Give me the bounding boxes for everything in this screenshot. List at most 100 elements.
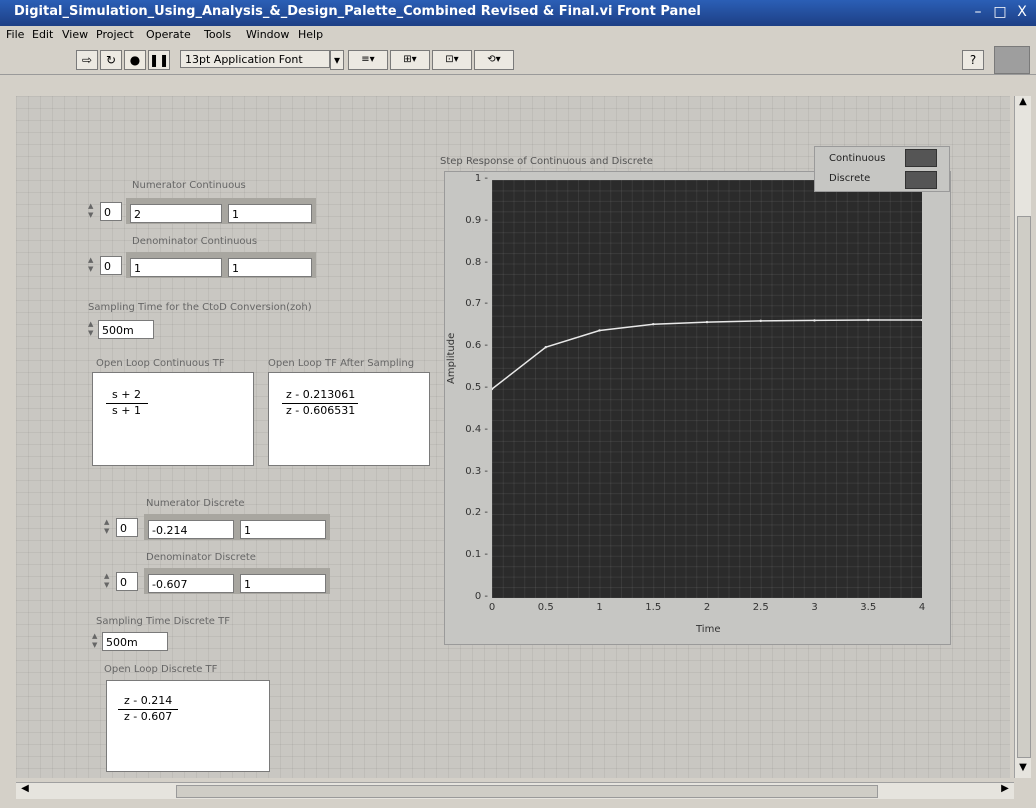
series-point <box>652 323 655 326</box>
den-cont-value-1[interactable]: 1 <box>228 258 312 277</box>
window-title: Digital_Simulation_Using_Analysis_&_Desi… <box>14 4 701 19</box>
chevron-down-icon[interactable]: ▾ <box>330 50 344 70</box>
den-disc-label: Denominator Discrete <box>146 552 256 563</box>
vi-connector-icon[interactable] <box>994 46 1030 74</box>
den-cont-index[interactable]: 0 <box>100 256 122 275</box>
num-disc-index-spinner[interactable]: ▲ ▼ <box>104 518 112 537</box>
sampling-disc-spinner[interactable]: ▲ ▼ <box>92 632 100 651</box>
sampling-c2d-spinner[interactable]: ▲ ▼ <box>88 320 96 339</box>
series-point <box>759 319 762 323</box>
menu-tools[interactable]: Tools <box>204 28 231 41</box>
x-tick-label: 2.5 <box>752 602 769 613</box>
horizontal-scroll-thumb[interactable] <box>176 785 878 798</box>
run-arrow-icon[interactable]: ⇨ <box>76 50 98 70</box>
num-disc-value-1[interactable]: 1 <box>240 520 326 539</box>
scroll-right-icon[interactable]: ▶ <box>998 783 1012 799</box>
ol-after-sampling-numerator: z - 0.213061 <box>286 388 356 401</box>
ol-after-sampling-label: Open Loop TF After Sampling <box>268 358 415 369</box>
y-axis-label: Amplitude <box>446 332 457 384</box>
x-tick-label: 3 <box>811 602 818 613</box>
sampling-disc-label: Sampling Time Discrete TF <box>96 616 230 627</box>
minimize-button[interactable]: – <box>968 3 988 21</box>
vertical-scrollbar[interactable]: ▲ ▼ <box>1014 96 1031 778</box>
menu-help[interactable]: Help <box>298 28 323 41</box>
pause-icon[interactable]: ❚❚ <box>148 50 170 70</box>
help-button[interactable]: ? <box>962 50 984 70</box>
menu-edit[interactable]: Edit <box>32 28 53 41</box>
num-cont-index[interactable]: 0 <box>100 202 122 221</box>
reorder-icon[interactable]: ⟲▾ <box>474 50 514 70</box>
y-tick-label: 0.9 - <box>465 214 488 226</box>
x-tick-label: 3.5 <box>860 602 877 613</box>
den-disc-value-1[interactable]: 1 <box>240 574 326 593</box>
ol-after-sampling-denominator: z - 0.606531 <box>286 404 356 417</box>
menu-view[interactable]: View <box>62 28 88 41</box>
ol-cont-tf-denominator: s + 1 <box>112 404 141 417</box>
y-tick-label: 0.2 - <box>465 507 488 519</box>
den-cont-label: Denominator Continuous <box>132 236 258 247</box>
distribute-objects-icon[interactable]: ⊞▾ <box>390 50 430 70</box>
den-cont-value-0[interactable]: 1 <box>130 258 222 277</box>
horizontal-scrollbar[interactable]: ◀ ▶ <box>16 782 1014 799</box>
x-tick-label: 1 <box>596 602 603 613</box>
sampling-c2d-input[interactable]: 500m <box>98 320 154 339</box>
y-tick-label: 0.1 - <box>465 549 488 561</box>
scroll-up-icon[interactable]: ▲ <box>1015 96 1031 110</box>
scroll-down-icon[interactable]: ▼ <box>1015 762 1031 776</box>
run-continuously-icon[interactable]: ↻ <box>100 50 122 70</box>
legend-continuous-swatch-icon[interactable] <box>905 149 937 167</box>
num-disc-value-0[interactable]: -0.214 <box>148 520 234 539</box>
ol-disc-tf-numerator: z - 0.214 <box>124 694 173 707</box>
num-cont-index-spinner[interactable]: ▲ ▼ <box>88 202 96 221</box>
menu-bar: File Edit View Project Operate Tools Win… <box>0 26 1036 44</box>
ol-disc-tf-label: Open Loop Discrete TF <box>104 664 218 675</box>
den-cont-index-spinner[interactable]: ▲ ▼ <box>88 256 96 275</box>
abort-icon[interactable]: ● <box>124 50 146 70</box>
series-point <box>598 329 601 332</box>
ol-cont-tf-label: Open Loop Continuous TF <box>96 358 225 369</box>
den-disc-value-0[interactable]: -0.607 <box>148 574 234 593</box>
align-objects-icon[interactable]: ≡▾ <box>348 50 388 70</box>
chart-title: Step Response of Continuous and Discrete <box>440 156 653 167</box>
y-tick-label: 0.4 - <box>465 423 488 435</box>
y-tick-label: 1 - <box>474 173 488 184</box>
den-disc-index-spinner[interactable]: ▲ ▼ <box>104 572 112 591</box>
series-point <box>813 319 816 322</box>
x-tick-label: 0.5 <box>537 602 554 613</box>
ol-cont-tf-display <box>92 372 254 466</box>
vertical-scroll-thumb[interactable] <box>1017 216 1031 758</box>
menu-window[interactable]: Window <box>246 28 289 41</box>
menu-project[interactable]: Project <box>96 28 134 41</box>
num-cont-value-0[interactable]: 2 <box>130 204 222 223</box>
scroll-left-icon[interactable]: ◀ <box>18 783 32 799</box>
num-cont-label: Numerator Continuous <box>132 180 246 191</box>
x-tick-label: 0 <box>488 602 496 613</box>
resize-objects-icon[interactable]: ⊡▾ <box>432 50 472 70</box>
menu-operate[interactable]: Operate <box>146 28 191 41</box>
num-cont-value-1[interactable]: 1 <box>228 204 312 223</box>
y-tick-label: 0.6 - <box>465 340 488 352</box>
series-point <box>867 318 870 322</box>
x-tick-label: 2 <box>703 602 711 613</box>
close-button[interactable]: X <box>1012 3 1032 21</box>
x-tick-label: 1.5 <box>645 602 662 613</box>
step-response-plot <box>492 318 922 391</box>
maximize-button[interactable]: □ <box>990 3 1010 21</box>
den-disc-index[interactable]: 0 <box>116 572 138 591</box>
series-point <box>705 320 709 324</box>
title-bar: Digital_Simulation_Using_Analysis_&_Desi… <box>0 0 1036 26</box>
ol-disc-tf-denominator: z - 0.607 <box>124 710 173 723</box>
y-tick-label: 0 - <box>474 591 488 602</box>
x-axis-label: Time <box>696 624 721 635</box>
font-select[interactable]: 13pt Application Font <box>180 50 330 68</box>
legend-discrete-swatch-icon[interactable] <box>905 171 937 189</box>
x-tick-label: 4 <box>918 602 926 613</box>
y-tick-label: 0.5 - <box>465 382 488 393</box>
sampling-c2d-label: Sampling Time for the CtoD Conversion(zo… <box>88 302 312 313</box>
legend-discrete-label: Discrete <box>829 173 871 184</box>
sampling-disc-input[interactable]: 500m <box>102 632 168 651</box>
num-disc-label: Numerator Discrete <box>146 498 245 509</box>
num-disc-index[interactable]: 0 <box>116 518 138 537</box>
y-tick-label: 0.8 - <box>465 256 488 268</box>
menu-file[interactable]: File <box>6 28 24 41</box>
